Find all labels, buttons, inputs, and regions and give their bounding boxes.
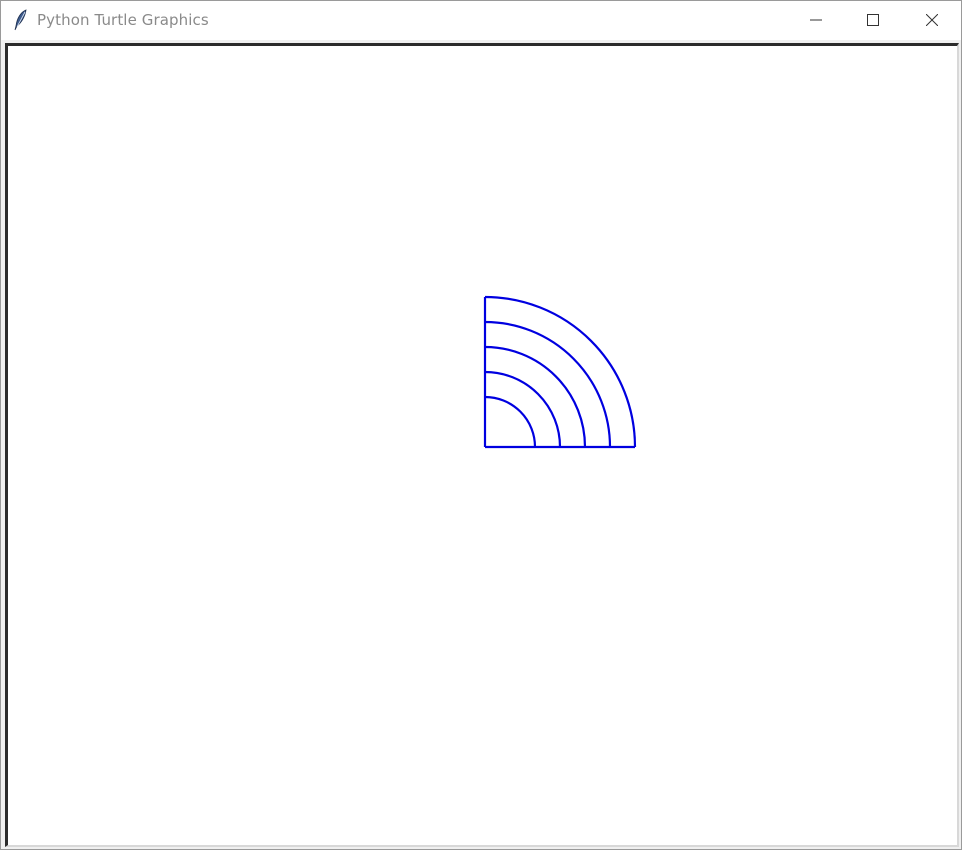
minimize-icon: [810, 19, 822, 21]
arc-3: [484, 345, 587, 448]
maximize-button[interactable]: [850, 1, 896, 40]
turtle-window: Python Turtle Graphics: [0, 0, 962, 850]
arc-1: [484, 395, 537, 448]
window-title: Python Turtle Graphics: [37, 11, 209, 29]
turtle-canvas[interactable]: [8, 46, 957, 845]
minimize-button[interactable]: [793, 1, 839, 40]
turtle-drawing: [483, 295, 637, 449]
arc-5: [484, 295, 637, 448]
maximize-icon: [867, 14, 879, 26]
title-bar[interactable]: Python Turtle Graphics: [1, 1, 961, 40]
arc-2: [484, 370, 562, 448]
feather-icon: [13, 9, 29, 31]
close-button[interactable]: [909, 1, 955, 40]
turtle-canvas-frame: [5, 43, 959, 847]
close-icon: [926, 14, 938, 26]
